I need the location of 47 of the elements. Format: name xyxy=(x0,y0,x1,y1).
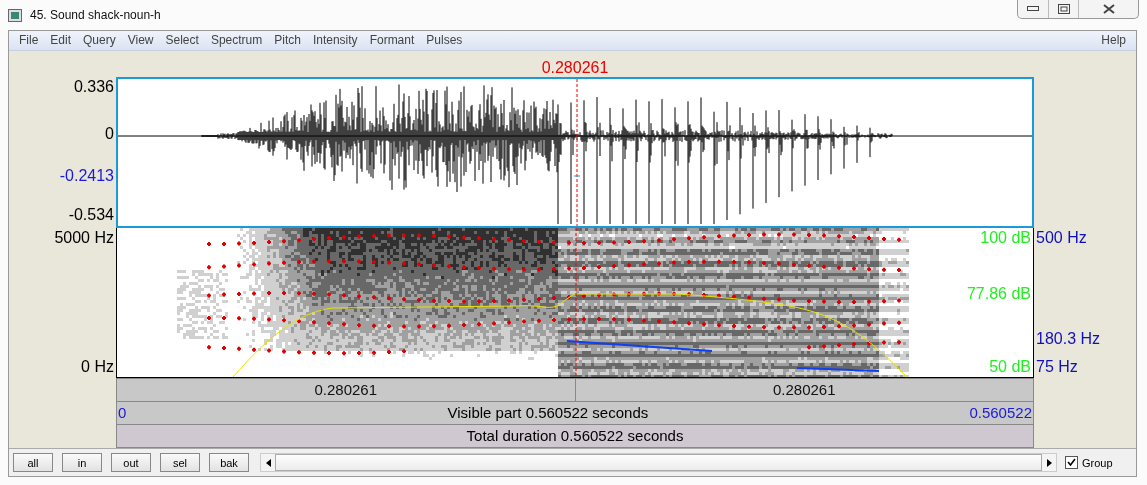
pitch-max: 500 Hz xyxy=(1036,228,1087,247)
visible-part-bar[interactable]: 0 Visible part 0.560522 seconds 0.560522 xyxy=(116,401,1034,425)
menu-item[interactable]: Pitch xyxy=(268,33,307,48)
cursor-marker xyxy=(573,175,581,177)
menu-item[interactable]: Spectrum xyxy=(204,33,269,48)
maximize-icon xyxy=(1057,4,1070,14)
time-segment[interactable]: 0.280261 xyxy=(575,377,1034,402)
menu-item[interactable]: View xyxy=(121,33,160,48)
pitch-min: 75 Hz xyxy=(1036,357,1078,376)
minimize-icon xyxy=(1027,6,1039,12)
intensity-min: 50 dB xyxy=(989,357,1031,376)
frequency-max: 5000 Hz xyxy=(54,228,114,247)
menu-item[interactable]: Formant xyxy=(363,33,421,48)
left-arrow-icon xyxy=(265,458,271,467)
cursor-pitch: 180.3 Hz xyxy=(1036,329,1101,348)
menu-item[interactable]: Intensity xyxy=(306,33,364,48)
right-arrow-icon xyxy=(1046,458,1052,467)
visible-end: 0.560522 xyxy=(969,404,1032,422)
zoom-button[interactable]: sel xyxy=(160,453,200,473)
visible-start: 0 xyxy=(118,404,127,422)
zoom-button[interactable]: bak xyxy=(209,453,249,473)
menu-item[interactable]: Select xyxy=(159,33,205,48)
close-icon xyxy=(1102,4,1115,14)
amplitude-zero: 0 xyxy=(105,124,114,143)
zoom-button[interactable]: all xyxy=(13,453,53,473)
cursor-amplitude: -0.2413 xyxy=(59,166,114,185)
frequency-min: 0 Hz xyxy=(81,357,114,376)
cursor-time: 0.280261 xyxy=(541,58,609,77)
app-icon xyxy=(8,8,22,22)
amplitude-max: 0.336 xyxy=(73,77,114,96)
zoom-button[interactable]: out xyxy=(111,453,151,473)
visible-part-label: Visible part 0.560522 seconds xyxy=(446,404,650,422)
intensity-max: 100 dB xyxy=(980,228,1031,247)
group-label: Group xyxy=(1082,456,1113,469)
total-duration-bar[interactable]: Total duration 0.560522 seconds xyxy=(116,424,1034,448)
amplitude-min: -0.534 xyxy=(68,205,114,224)
intensity-mid: 77.86 dB xyxy=(966,284,1031,303)
help-menu[interactable]: Help xyxy=(1095,33,1132,48)
menu-item[interactable]: File xyxy=(13,33,45,48)
time-segment[interactable]: 0.280261 xyxy=(116,377,576,402)
zoom-button[interactable]: in xyxy=(62,453,102,473)
window-title: 45. Sound shack-noun-h xyxy=(30,8,161,22)
menu-item[interactable]: Edit xyxy=(44,33,78,48)
menu-item[interactable]: Query xyxy=(77,33,122,48)
menu-item[interactable]: Pulses xyxy=(420,33,469,48)
group-checkbox[interactable] xyxy=(1065,456,1078,470)
check-icon xyxy=(1067,458,1076,468)
